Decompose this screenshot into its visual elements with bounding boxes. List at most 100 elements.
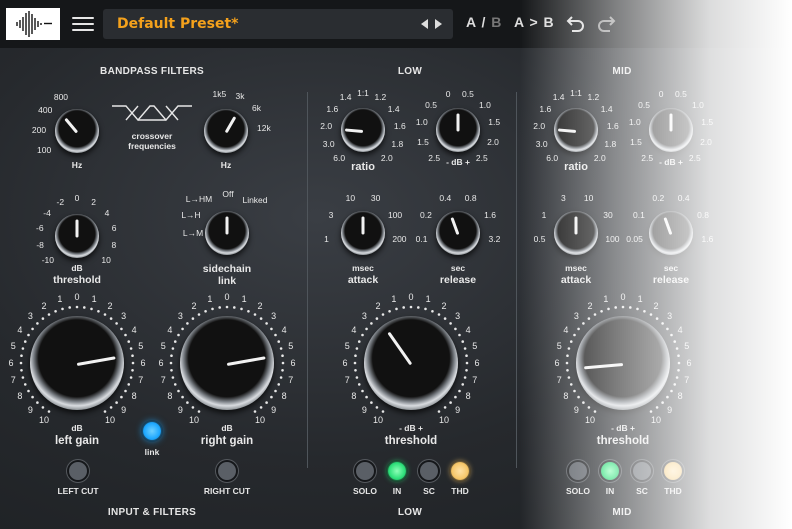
low-gain-tick: 0.5 [425,99,437,110]
bandpass-threshold-tick: -6 [36,223,44,234]
high-frequency-tick: 1k5 [212,88,227,99]
left-gain-scale-tick: 3 [27,311,33,322]
copy-a-to-b-button[interactable]: A > B [514,14,555,30]
low-band-footer: LOW [397,507,423,518]
mid-release-tick: 0.1 [633,209,645,220]
low-threshold-scale-tick: 8 [465,391,471,401]
mid-threshold-scale-tick: 2 [653,300,659,311]
mid-release-tick: 0.8 [697,209,709,220]
low-threshold-unit: - dB + [399,423,423,433]
low-in-label: IN [392,486,402,496]
bandpass-threshold-knob[interactable] [55,214,99,258]
preset-selector[interactable]: Default Preset* [103,9,453,39]
right-gain-label: right gain [200,435,254,447]
sidechain-option: L→HM [185,194,213,204]
mid-ratio-knob[interactable] [554,108,598,152]
ab-b-label: B [491,14,503,30]
mid-band-footer: MID [612,507,632,518]
right-gain-knob[interactable] [180,316,274,410]
sidechain-link-knob[interactable] [205,211,249,255]
left-gain-scale-tick: 4 [131,325,137,335]
bandpass-threshold-label: threshold [53,274,101,286]
low-sc-button[interactable] [420,462,438,480]
left-gain-knob[interactable] [30,316,124,410]
low-threshold-scale-tick: 2 [441,300,447,311]
low-threshold-scale-tick: 6 [342,358,348,368]
mid-threshold-scale-tick: 1 [603,294,609,305]
low-solo-label: SOLO [352,486,378,496]
next-preset-icon[interactable] [435,19,442,29]
low-threshold-scale-tick: 8 [351,391,357,401]
low-threshold-knob[interactable] [364,316,458,410]
mid-gain-tick: 0.5 [638,99,650,110]
mid-release-knob-pointer [663,216,673,236]
low-frequency-knob[interactable] [55,109,99,153]
mid-sc-label: SC [636,486,648,496]
low-ratio-tick: 3.0 [322,138,335,149]
redo-icon[interactable] [596,13,616,33]
mid-band-title: MID [612,66,632,77]
left-gain-scale-tick: 9 [121,404,127,415]
right-gain-scale-tick: 9 [177,404,183,415]
mid-solo-button[interactable] [569,462,587,480]
mid-attack-knob[interactable] [554,211,598,255]
bandpass-threshold-tick: -4 [43,207,51,218]
low-threshold-scale-tick: 4 [351,325,357,335]
left-cut-button[interactable] [69,462,87,480]
right-gain-scale-tick: 0 [224,292,230,302]
mid-threshold-scale-tick: 10 [650,415,662,426]
left-gain-scale-tick: 5 [10,340,16,351]
mid-thd-button[interactable] [664,462,682,480]
link-button[interactable] [143,422,161,440]
mid-ratio-tick: 1.4 [600,104,613,115]
undo-icon[interactable] [566,13,586,33]
ab-toggle-button[interactable]: A / B [466,14,502,30]
low-solo-button[interactable] [356,462,374,480]
mid-in-button[interactable] [601,462,619,480]
left-gain-scale-tick: 10 [38,415,50,426]
mid-ratio-tick: 1.6 [539,104,552,115]
right-gain-scale-tick: 9 [271,404,277,415]
low-ratio-tick: 1.2 [374,92,387,103]
low-threshold-scale-tick: 3 [361,311,367,322]
low-threshold-scale-tick: 7 [472,375,478,386]
left-gain-scale-tick: 10 [104,415,116,426]
mid-threshold-scale-tick: 5 [556,340,562,351]
low-gain-unit: - dB + [446,157,470,167]
low-thd-button[interactable] [451,462,469,480]
mid-threshold-knob[interactable] [576,316,670,410]
low-threshold-scale-tick: 9 [361,404,367,415]
mid-release-knob[interactable] [649,211,693,255]
right-gain-scale-tick: 7 [160,375,166,386]
mid-sc-button[interactable] [633,462,651,480]
low-gain-knob[interactable] [436,108,480,152]
menu-icon[interactable] [72,13,94,35]
right-gain-scale-tick: 8 [281,391,287,401]
mid-gain-knob[interactable] [649,108,693,152]
high-frequency-knob[interactable] [204,109,248,153]
mid-gain-tick: 1.0 [628,117,641,128]
mid-threshold-scale-tick: 6 [686,358,692,368]
low-ratio-tick: 2.0 [320,121,333,132]
low-release-knob-pointer [450,216,460,236]
right-cut-button[interactable] [218,462,236,480]
mid-ratio-tick: 6.0 [546,153,559,164]
low-in-button[interactable] [388,462,406,480]
mid-gain-tick: 1.5 [701,117,714,128]
right-gain-unit: dB [221,423,233,433]
mid-gain-tick: 2.5 [688,153,701,164]
right-cut-label: RIGHT CUT [203,486,251,496]
low-band-title: LOW [397,66,423,77]
low-ratio-knob[interactable] [341,108,385,152]
mid-threshold-scale-tick: 1 [637,294,643,305]
mid-threshold-label: threshold [596,435,650,447]
low-threshold-scale-tick: 3 [455,311,461,322]
low-threshold-scale-tick: 2 [375,300,381,311]
low-attack-unit: msec [352,263,374,273]
mid-threshold-scale-tick: 9 [667,404,673,415]
mid-attack-unit: msec [565,263,587,273]
low-release-knob[interactable] [436,211,480,255]
left-gain-unit: dB [71,423,83,433]
low-attack-knob[interactable] [341,211,385,255]
previous-preset-icon[interactable] [421,19,428,29]
